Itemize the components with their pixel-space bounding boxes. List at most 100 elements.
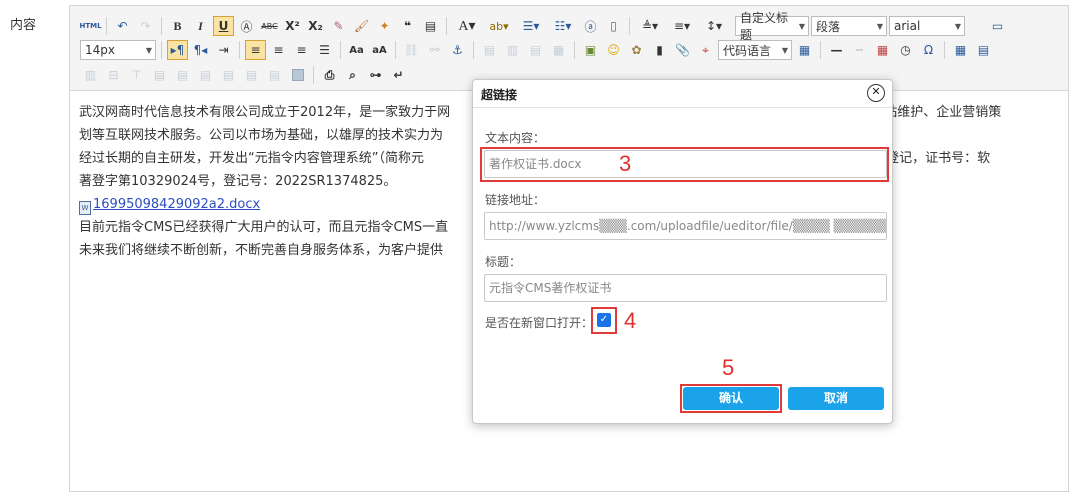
strikethrough-icon[interactable]: ABC <box>259 16 280 36</box>
merge-right-icon[interactable]: ▤ <box>172 65 193 85</box>
font-family-select[interactable]: arial ▼ <box>889 16 965 36</box>
select-all-icon[interactable]: ⓐ <box>580 16 601 36</box>
link-title-input[interactable]: 元指令CMS著作权证书 <box>484 274 887 302</box>
hyperlink-dialog: 超链接 ✕ 文本内容： 著作权证书.docx 3 链接地址： http://ww… <box>472 79 893 424</box>
clear-doc-icon[interactable]: ▯ <box>603 16 624 36</box>
toolbar-row-2: 14px ▼ ▸¶ ¶◂ ⇥ ≡ ≡ ≡ ☰ Aa aA ⛓ ⚯ ⚓ ▤ ▥ ▤ … <box>80 39 994 61</box>
chevron-down-icon: ▼ <box>876 21 883 31</box>
link-url-input[interactable]: http://www.yzlcms▒▒▒.com/uploadfile/uedi… <box>484 212 887 240</box>
paragraph-format-value: 段落 <box>816 19 841 34</box>
scrawl-icon[interactable]: ✿ <box>626 40 647 60</box>
paragraph-format-select[interactable]: 段落 ▼ <box>811 16 887 36</box>
search-replace-icon[interactable]: ⊶ <box>365 65 386 85</box>
code-language-value: 代码语言 <box>723 43 772 58</box>
dialog-title: 超链接 <box>481 88 518 102</box>
special-chars-icon[interactable]: Ω <box>918 40 939 60</box>
line-height-icon[interactable]: ↕▾ <box>699 16 729 36</box>
italic-icon[interactable]: I <box>190 16 211 36</box>
align-justify-icon[interactable]: ☰ <box>314 40 335 60</box>
subscript-icon[interactable]: X₂ <box>305 16 326 36</box>
print-icon[interactable]: ⎙ <box>319 65 340 85</box>
font-size-select[interactable]: 14px ▼ <box>80 40 156 60</box>
merge-down-icon[interactable]: ▤ <box>195 65 216 85</box>
toolbar-separator <box>473 41 474 59</box>
code-language-select[interactable]: 代码语言 ▼ <box>718 40 792 60</box>
template-icon[interactable]: ▦ <box>794 40 815 60</box>
align-right-icon[interactable]: ≡ <box>291 40 312 60</box>
lowercase-icon[interactable]: aA <box>369 40 390 60</box>
rtl-direction-icon[interactable]: ¶◂ <box>190 40 211 60</box>
unlink-icon[interactable]: ⚯ <box>424 40 445 60</box>
emotion-icon[interactable]: ☺ <box>603 40 624 60</box>
horizontal-rule-icon[interactable]: — <box>826 40 847 60</box>
map-icon[interactable]: ⌖ <box>695 40 716 60</box>
merge-cells-icon[interactable]: ▤ <box>149 65 170 85</box>
row-spacing-top-icon[interactable]: ≜▾ <box>635 16 665 36</box>
insert-row-icon[interactable]: ⊟ <box>103 65 124 85</box>
toolbar-separator <box>574 41 575 59</box>
close-icon[interactable]: ✕ <box>867 84 885 102</box>
chevron-down-icon: ▼ <box>781 45 788 55</box>
time-icon[interactable]: ◷ <box>895 40 916 60</box>
split-rows-icon[interactable]: ▤ <box>241 65 262 85</box>
highlight-box-text <box>480 147 889 182</box>
html-source-button[interactable]: HTML <box>79 16 101 36</box>
toolbar-separator <box>944 41 945 59</box>
undo-icon[interactable]: ↶ <box>112 16 133 36</box>
underline-icon[interactable]: U <box>213 16 234 36</box>
superscript-icon[interactable]: X² <box>282 16 303 36</box>
auto-format-icon[interactable]: ✦ <box>374 16 395 36</box>
paste-plain-icon[interactable]: ▤ <box>420 16 441 36</box>
uppercase-icon[interactable]: Aa <box>346 40 367 60</box>
toolbar-separator <box>629 17 630 35</box>
attachment-icon[interactable]: 📎 <box>672 40 693 60</box>
eraser-icon[interactable]: ✎ <box>328 16 349 36</box>
font-border-icon[interactable]: Ⓐ <box>236 16 257 36</box>
font-color-icon[interactable]: A▾ <box>452 16 482 36</box>
image-right-icon[interactable]: ▤ <box>525 40 546 60</box>
highlight-color-icon[interactable]: ab▾ <box>484 16 514 36</box>
page-break-icon[interactable]: ┄ <box>849 40 870 60</box>
preview-icon[interactable]: ⌕ <box>342 65 363 85</box>
insert-video-icon[interactable]: ▮ <box>649 40 670 60</box>
new-window-label: 是否在新窗口打开： <box>485 316 594 330</box>
split-cols-icon[interactable]: ▤ <box>264 65 285 85</box>
anchor-icon[interactable]: ⚓ <box>447 40 468 60</box>
align-center-icon[interactable]: ≡ <box>268 40 289 60</box>
insert-image-icon[interactable]: ▣ <box>580 40 601 60</box>
toolbar-separator <box>340 41 341 59</box>
image-left-icon[interactable]: ▤ <box>479 40 500 60</box>
insert-paragraph-before-table-icon[interactable]: ▥ <box>80 65 101 85</box>
image-none-icon[interactable]: ▥ <box>502 40 523 60</box>
redo-icon[interactable]: ↷ <box>135 16 156 36</box>
paragraph-style-select[interactable]: 自定义标题 ▼ <box>735 11 809 42</box>
highlight-box-checkbox <box>591 307 617 334</box>
dialog-header: 超链接 ✕ <box>473 80 892 108</box>
enter-icon[interactable]: ↵ <box>388 65 409 85</box>
bold-icon[interactable]: B <box>167 16 188 36</box>
charts-icon[interactable] <box>287 65 308 85</box>
unordered-list-icon[interactable]: ☷▾ <box>548 16 578 36</box>
format-brush-icon[interactable]: 🖌 <box>351 16 372 36</box>
row-spacing-bottom-icon[interactable]: ≡▾ <box>667 16 697 36</box>
attachment-link[interactable]: 16995098429092a2.docx <box>93 197 260 212</box>
delete-table-icon[interactable]: ▤ <box>973 40 994 60</box>
paragraph-1a-text: 武汉网商时代信息技术有限公司成立于2012年，是一家致力于网 <box>79 105 451 120</box>
ordered-list-icon[interactable]: ☰▾ <box>516 16 546 36</box>
date-icon[interactable]: ▦ <box>872 40 893 60</box>
indent-icon[interactable]: ⇥ <box>213 40 234 60</box>
chevron-down-icon: ▼ <box>798 21 805 31</box>
align-left-icon[interactable]: ≡ <box>245 40 266 60</box>
toolbar-separator <box>106 17 107 35</box>
blockquote-icon[interactable]: ❝ <box>397 16 418 36</box>
image-center-icon[interactable]: ▦ <box>548 40 569 60</box>
fullscreen-icon[interactable]: ▭ <box>987 16 1008 36</box>
cancel-button[interactable]: 取消 <box>788 387 884 410</box>
toolbar-separator <box>161 17 162 35</box>
insert-table-icon[interactable]: ▦ <box>950 40 971 60</box>
split-cells-icon[interactable]: ▤ <box>218 65 239 85</box>
link-icon[interactable]: ⛓ <box>401 40 422 60</box>
chevron-down-icon: ▼ <box>145 45 152 55</box>
ltr-direction-icon[interactable]: ▸¶ <box>167 40 188 60</box>
insert-col-icon[interactable]: ⊤ <box>126 65 147 85</box>
